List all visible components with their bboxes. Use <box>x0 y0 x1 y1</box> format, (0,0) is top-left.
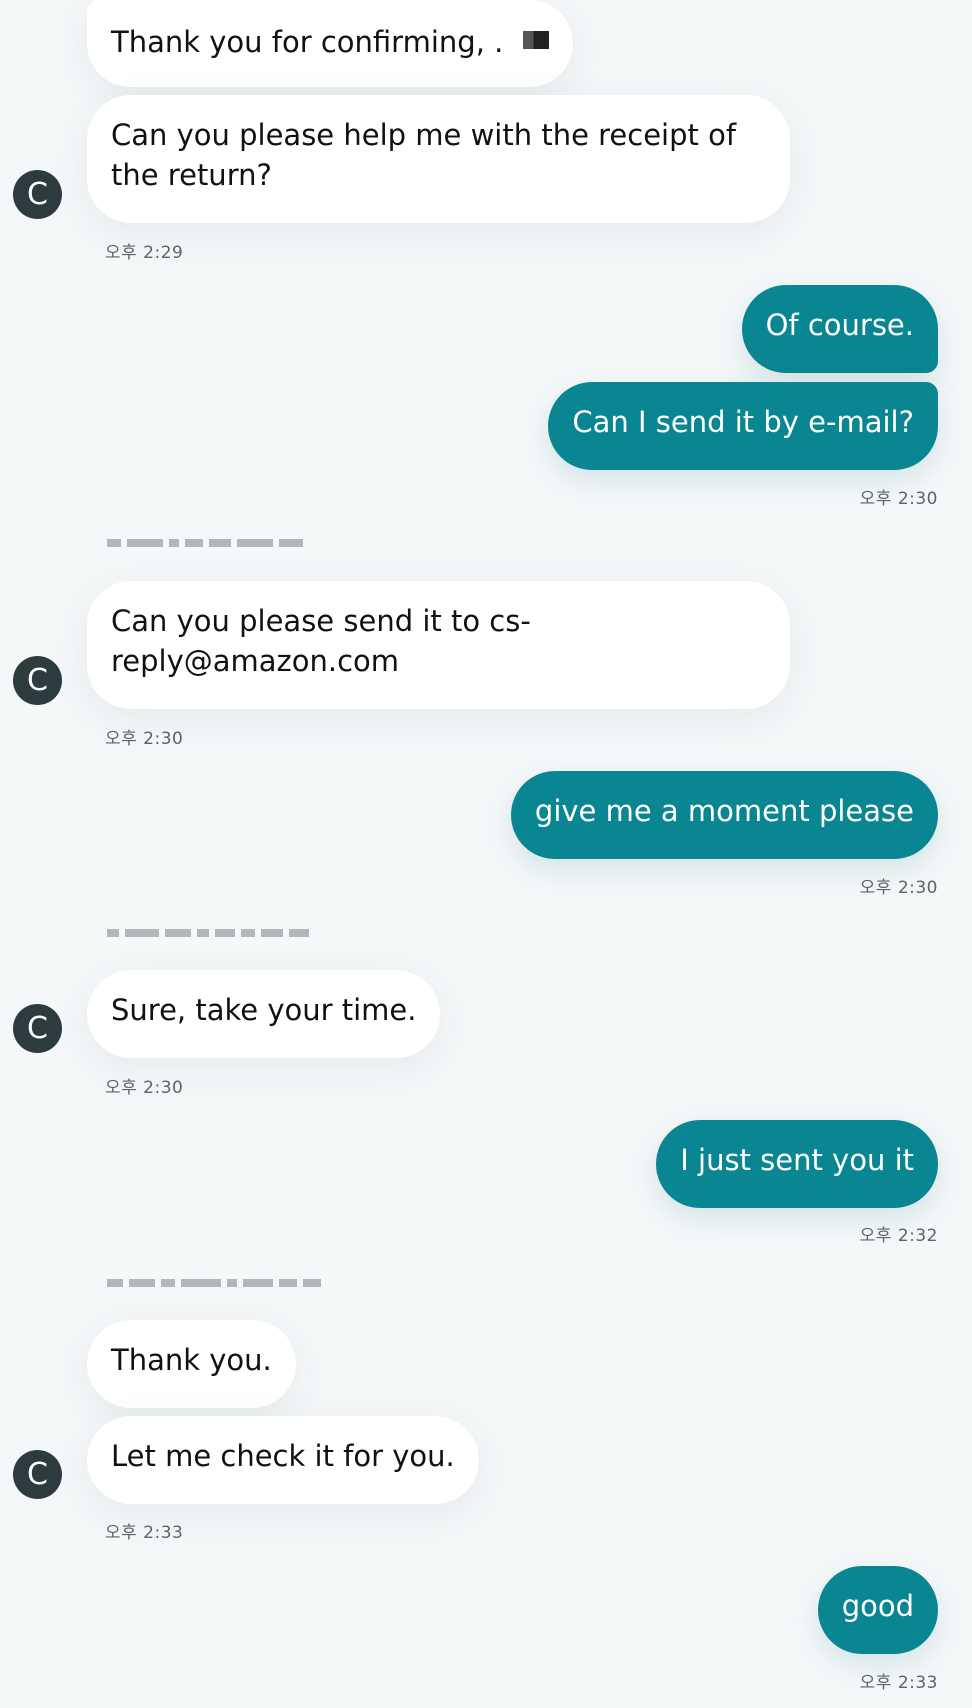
chat-transcript: Thank you for confirming, . Can you plea… <box>0 0 972 1708</box>
customer-message: good <box>817 1566 938 1654</box>
agent-message: Thank you. <box>87 1320 296 1408</box>
customer-message: I just sent you it <box>656 1120 938 1208</box>
agent-message: Can you please help me with the receipt … <box>87 95 790 223</box>
message-text: Thank you. <box>111 1343 272 1377</box>
redacted-name <box>523 31 550 49</box>
message-text: Of course. <box>765 308 914 342</box>
agent-message: Thank you for confirming, . <box>87 0 574 87</box>
timestamp: 오후 2:30 <box>105 729 184 749</box>
message-text: Thank you for confirming, . <box>111 25 504 59</box>
timestamp: 오후 2:29 <box>105 243 184 263</box>
message-text: good <box>841 1589 914 1623</box>
agent-avatar: C <box>13 656 62 705</box>
timestamp: 오후 2:30 <box>859 878 938 898</box>
customer-message: Can I send it by e-mail? <box>548 382 938 470</box>
timestamp: 오후 2:30 <box>105 1078 184 1098</box>
customer-message: Of course. <box>741 285 938 373</box>
message-text: give me a moment please <box>534 794 914 828</box>
message-text: Can you please send it to cs-reply@amazo… <box>111 604 531 678</box>
timestamp: 오후 2:30 <box>859 489 938 509</box>
agent-name-blurred <box>107 1276 321 1290</box>
timestamp: 오후 2:33 <box>105 1523 184 1543</box>
agent-avatar: C <box>13 1450 62 1499</box>
message-text: Can I send it by e-mail? <box>572 405 914 439</box>
message-text: Let me check it for you. <box>111 1439 455 1473</box>
timestamp: 오후 2:32 <box>859 1226 938 1246</box>
agent-avatar: C <box>13 1004 62 1053</box>
agent-avatar: C <box>13 170 62 219</box>
message-text: Sure, take your time. <box>111 993 417 1027</box>
agent-message: Let me check it for you. <box>87 1416 479 1504</box>
agent-message: Sure, take your time. <box>87 970 441 1058</box>
message-text: I just sent you it <box>680 1143 914 1177</box>
agent-name-blurred <box>107 926 309 940</box>
agent-name-blurred <box>107 536 303 550</box>
message-text: Can you please help me with the receipt … <box>111 118 737 192</box>
customer-message: give me a moment please <box>510 771 938 859</box>
timestamp: 오후 2:33 <box>859 1673 938 1693</box>
agent-message: Can you please send it to cs-reply@amazo… <box>87 581 790 709</box>
